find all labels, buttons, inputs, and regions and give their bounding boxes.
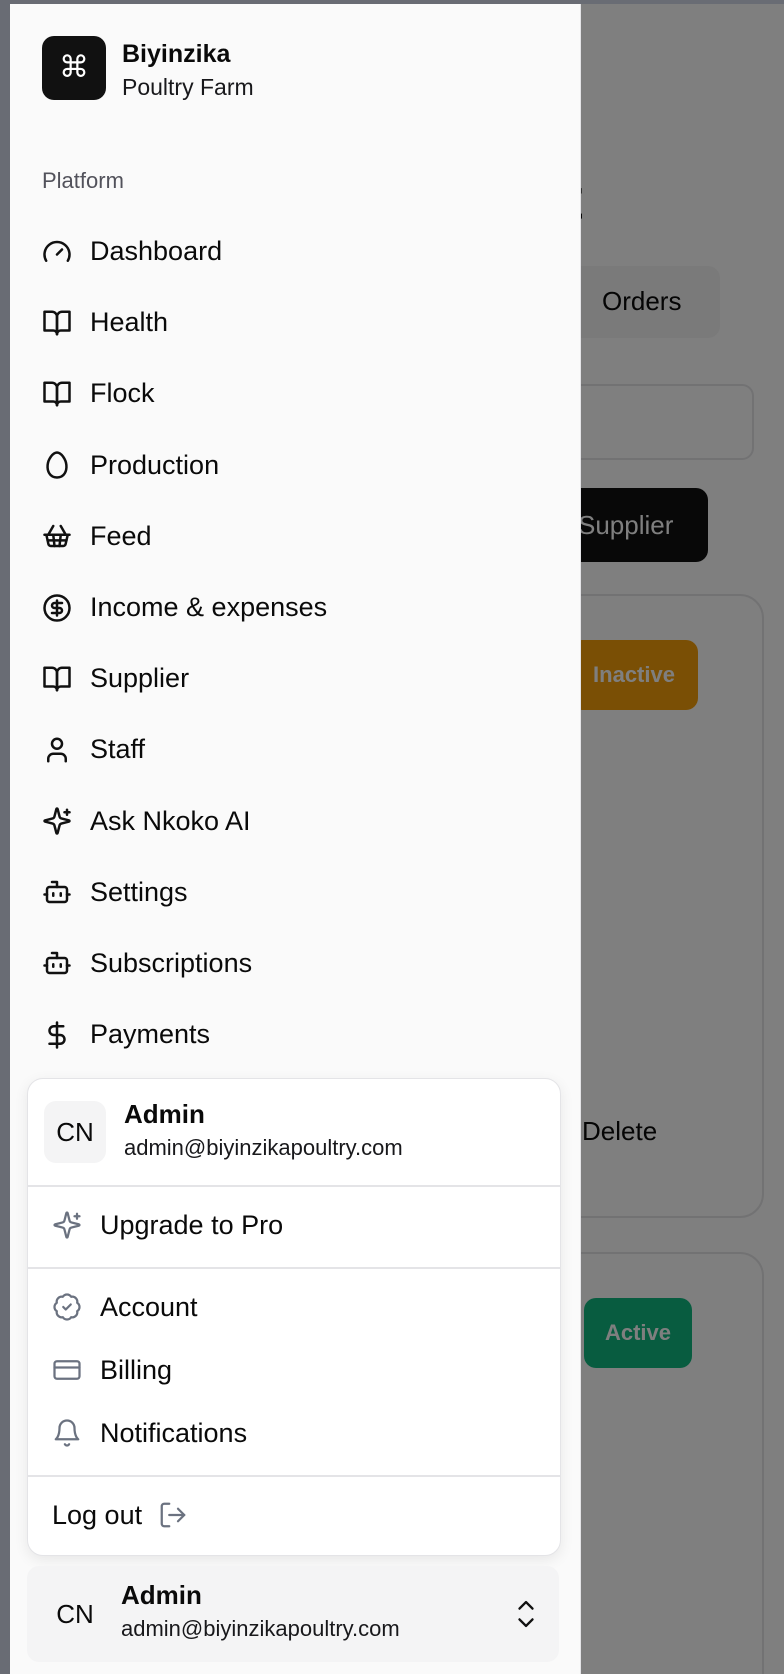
sidebar-item-flock[interactable]: Flock [32, 358, 562, 429]
menu-user-info: CN Admin admin@biyinzikapoultry.com [44, 1099, 544, 1165]
sidebar-item-label: Health [90, 307, 169, 338]
gauge-icon [42, 237, 72, 267]
sidebar-item-label: Dashboard [90, 236, 223, 267]
sidebar-item-settings[interactable]: Settings [32, 857, 562, 928]
book-open-icon [42, 308, 72, 338]
sidebar-item-health[interactable]: Health [32, 287, 562, 358]
menu-item-label: Billing [100, 1354, 173, 1385]
brand-subtitle: Poultry Farm [122, 74, 254, 100]
credit-card-icon [52, 1355, 82, 1385]
upgrade-to-pro-item[interactable]: Upgrade to Pro [52, 1197, 542, 1253]
book-open-icon [42, 379, 72, 409]
footer-user-email: admin@biyinzikapoultry.com [121, 1616, 400, 1641]
footer-user-name: Admin [121, 1580, 202, 1610]
menu-item-label: Account [100, 1291, 198, 1322]
billing-item[interactable]: Billing [52, 1342, 542, 1398]
menu-user-name: Admin [124, 1099, 205, 1129]
avatar: CN [44, 1101, 106, 1163]
chevrons-up-down-icon [513, 1594, 539, 1634]
circle-dollar-icon [42, 593, 72, 623]
log-out-icon [158, 1500, 188, 1530]
sidebar-item-label: Subscriptions [90, 947, 253, 978]
user-menu-trigger[interactable]: CN Admin admin@biyinzikapoultry.com [27, 1566, 559, 1662]
sidebar-item-label: Settings [90, 876, 188, 907]
sidebar-item-label: Ask Nkoko AI [90, 805, 251, 836]
avatar: CN [56, 1599, 94, 1629]
sparkles-icon [42, 806, 72, 836]
sidebar-item-feed[interactable]: Feed [32, 501, 562, 572]
sidebar-item-staff[interactable]: Staff [32, 714, 562, 785]
notifications-item[interactable]: Notifications [52, 1405, 542, 1461]
sidebar-item-label: Supplier [90, 663, 190, 694]
section-label-platform: Platform [42, 168, 124, 193]
menu-separator [28, 1475, 560, 1477]
book-open-icon [42, 664, 72, 694]
sidebar-item-supplier[interactable]: Supplier [32, 643, 562, 714]
badge-check-icon [52, 1292, 82, 1322]
bot-icon [42, 948, 72, 978]
sidebar-item-payments[interactable]: Payments [32, 999, 562, 1070]
sidebar-item-label: Feed [90, 520, 152, 551]
menu-item-label: Notifications [100, 1417, 248, 1448]
sidebar-item-dashboard[interactable]: Dashboard [32, 216, 562, 287]
menu-separator [28, 1267, 560, 1269]
sidebar-item-subscriptions[interactable]: Subscriptions [32, 928, 562, 999]
sidebar-item-ask-nkoko-ai[interactable]: Ask Nkoko AI [32, 786, 562, 857]
bell-icon [52, 1418, 82, 1448]
menu-user-email: admin@biyinzikapoultry.com [124, 1135, 403, 1160]
user-icon [42, 735, 72, 765]
menu-separator [28, 1185, 560, 1187]
account-item[interactable]: Account [52, 1279, 542, 1335]
user-menu: CN Admin admin@biyinzikapoultry.com Upgr… [27, 1078, 561, 1556]
brand-name: Biyinzika [122, 40, 231, 68]
logout-item[interactable]: Log out [52, 1487, 542, 1543]
sparkles-icon [52, 1210, 82, 1240]
sidebar-item-label: Payments [90, 1019, 211, 1050]
menu-item-label: Log out [52, 1499, 143, 1530]
command-icon: ⌘ [42, 36, 106, 100]
sidebar-item-label: Income & expenses [90, 592, 328, 623]
menu-item-label: Upgrade to Pro [100, 1209, 284, 1240]
sidebar-item-label: Staff [90, 734, 146, 765]
dollar-sign-icon [42, 1020, 72, 1050]
sidebar-item-label: Production [90, 449, 220, 480]
sidebar-item-production[interactable]: Production [32, 430, 562, 501]
sidebar-item-income-expenses[interactable]: Income & expenses [32, 572, 562, 643]
egg-icon [42, 450, 72, 480]
shopping-basket-icon [42, 521, 72, 551]
sidebar-item-label: Flock [90, 378, 155, 409]
sidebar-nav: Dashboard Health Flock Production Feed I… [32, 216, 562, 1070]
bot-icon [42, 877, 72, 907]
